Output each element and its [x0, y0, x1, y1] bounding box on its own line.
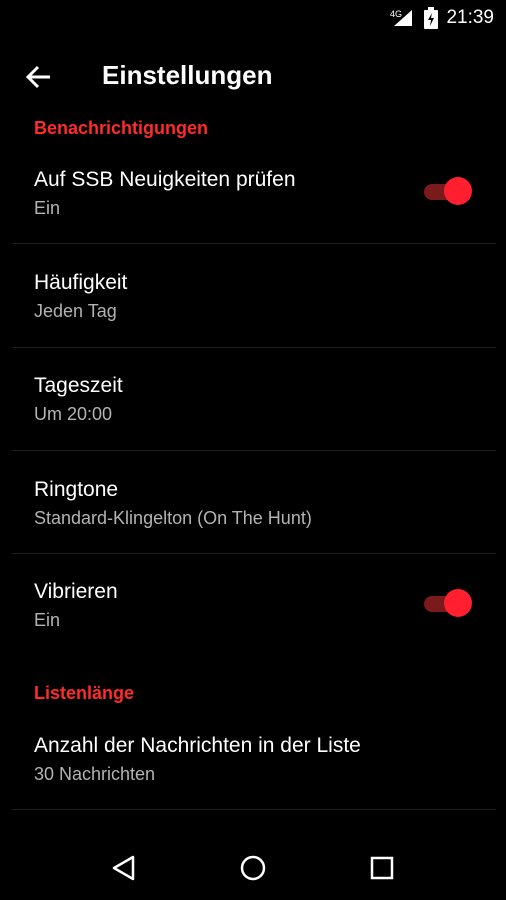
divider — [12, 553, 496, 554]
setting-label: Ringtone — [34, 478, 119, 501]
page-title: Einstellungen — [102, 60, 273, 90]
switch-thumb — [444, 589, 472, 617]
divider — [12, 809, 496, 810]
setting-message-count[interactable]: Anzahl der Nachrichten in der Liste 30 N… — [0, 734, 506, 810]
status-time: 21:39 — [446, 7, 494, 28]
divider — [12, 450, 496, 451]
setting-label: Auf SSB Neuigkeiten prüfen — [34, 168, 296, 191]
arrow-back-icon[interactable] — [24, 62, 54, 92]
divider — [12, 243, 496, 244]
back-triangle-icon[interactable] — [104, 848, 144, 888]
setting-value: Standard-Klingelton (On The Hunt) — [34, 508, 312, 528]
toggle-switch-vibrate[interactable] — [420, 588, 472, 618]
navigation-bar — [0, 836, 506, 900]
setting-label: Anzahl der Nachrichten in der Liste — [34, 734, 361, 757]
setting-value: Jeden Tag — [34, 301, 117, 321]
switch-thumb — [444, 177, 472, 205]
setting-label: Häufigkeit — [34, 271, 128, 294]
setting-value: Ein — [34, 610, 61, 630]
setting-ringtone[interactable]: Ringtone Standard-Klingelton (On The Hun… — [0, 478, 506, 554]
section-header-notifications: Benachrichtigungen — [34, 118, 209, 138]
setting-label: Tageszeit — [34, 374, 123, 397]
toggle-switch-ssb-news[interactable] — [420, 176, 472, 206]
setting-time-of-day[interactable]: Tageszeit Um 20:00 — [0, 374, 506, 450]
signal-icon: 4G — [390, 8, 416, 28]
setting-label: Vibrieren — [34, 580, 118, 603]
divider — [12, 347, 496, 348]
setting-check-ssb-news[interactable]: Auf SSB Neuigkeiten prüfen Ein — [0, 168, 506, 244]
setting-value: Um 20:00 — [34, 404, 113, 424]
setting-vibrate[interactable]: Vibrieren Ein — [0, 580, 506, 656]
battery-icon — [424, 7, 439, 29]
setting-value: 30 Nachrichten — [34, 764, 156, 784]
recents-square-icon[interactable] — [362, 848, 402, 888]
setting-value: Ein — [34, 198, 61, 218]
app-bar: Einstellungen — [0, 36, 506, 118]
section-header-list-length: Listenlänge — [34, 683, 135, 703]
setting-frequency[interactable]: Häufigkeit Jeden Tag — [0, 271, 506, 347]
status-bar: 4G 21:39 — [0, 0, 506, 36]
home-circle-icon[interactable] — [233, 848, 273, 888]
svg-text:4G: 4G — [390, 9, 402, 19]
